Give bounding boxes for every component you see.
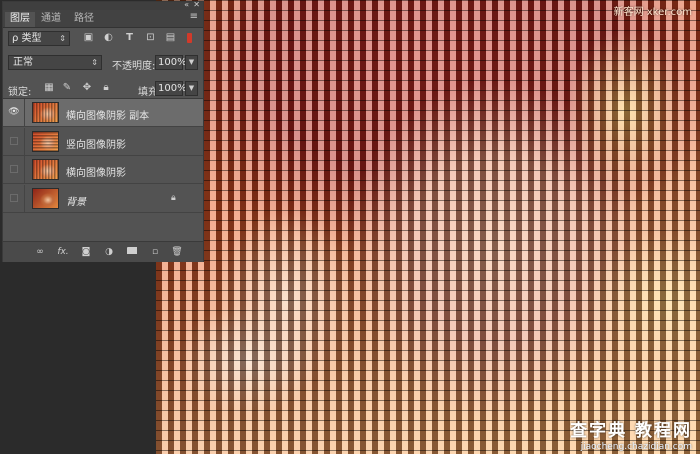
chevron-updown-icon: ⇕ xyxy=(91,58,98,67)
layer-name: 背景 xyxy=(66,197,86,208)
pixel-filter-icon[interactable]: ▣ xyxy=(83,32,94,43)
panel-footer: ∞ fx. ◙ ◑ ▫ 🗑︎ xyxy=(3,241,203,262)
divider xyxy=(24,185,25,212)
lock-label: 锁定: xyxy=(8,87,32,98)
layer-name: 横向图像阴影 副本 xyxy=(66,111,150,122)
visibility-toggle[interactable] xyxy=(10,165,18,173)
panel-title-bar[interactable]: « ✕ xyxy=(3,0,203,10)
layer-thumbnail xyxy=(32,188,59,209)
layer-row[interactable]: 横向图像阴影 xyxy=(3,156,203,184)
document-canvas[interactable]: 新客网 xker.com 查字典 教程网 jiaocheng.chazidian… xyxy=(156,0,700,454)
divider xyxy=(24,156,25,183)
trash-icon[interactable]: 🗑︎ xyxy=(171,246,183,258)
chevron-updown-icon: ⇕ xyxy=(59,34,66,43)
layer-thumbnail xyxy=(32,102,59,123)
layers-panel: « ✕ 图层 通道 路径 ≡ ρ 类型 ⇕ ▣ ◐ T ⊡ ▤ 正常 ⇕ 不透明… xyxy=(2,0,204,262)
tab-layers[interactable]: 图层 xyxy=(5,12,35,27)
blend-mode-value: 正常 xyxy=(13,57,33,68)
lock-row: 锁定: ▦ ✎ ✥ 🔒︎ 填充: 100% ▼ xyxy=(3,79,203,99)
fill-input[interactable]: 100% xyxy=(155,81,187,96)
panel-tab-bar: 图层 通道 路径 ≡ xyxy=(3,10,203,28)
lock-image-pixels-icon[interactable]: ✎ xyxy=(61,82,73,94)
blend-mode-select[interactable]: 正常 ⇕ xyxy=(8,55,102,70)
filter-toggle-switch[interactable] xyxy=(187,33,192,43)
opacity-label: 不透明度: xyxy=(112,61,156,72)
visibility-toggle[interactable] xyxy=(10,137,18,145)
lock-position-icon[interactable]: ✥ xyxy=(81,82,93,94)
layer-row[interactable]: 👁︎ 横向图像阴影 副本 xyxy=(3,99,203,127)
watermark-bottom-title: 查字典 教程网 xyxy=(570,421,692,441)
tab-channels[interactable]: 通道 xyxy=(36,12,66,27)
mask-icon[interactable]: ◙ xyxy=(80,246,92,258)
eye-icon[interactable]: 👁︎ xyxy=(8,107,20,118)
collapse-icon[interactable]: « xyxy=(184,0,189,9)
opacity-input[interactable]: 100% xyxy=(155,55,187,70)
watermark-top: 新客网 xker.com xyxy=(613,7,692,18)
link-layers-icon[interactable]: ∞ xyxy=(34,246,46,258)
row-lines xyxy=(156,0,700,454)
panel-menu-icon[interactable]: ≡ xyxy=(190,11,198,22)
watermark-bottom-url: jiaocheng.chazidian.com xyxy=(580,442,692,452)
filter-kind-select[interactable]: ρ 类型 ⇕ xyxy=(8,31,70,46)
layer-list: 👁︎ 横向图像阴影 副本 竖向图像阴影 横向图像阴影 背景 🔒︎ xyxy=(3,98,203,242)
lock-icon: 🔒︎ xyxy=(171,193,176,203)
visibility-toggle[interactable] xyxy=(10,194,18,202)
filter-kind-label: ρ 类型 xyxy=(12,33,42,44)
smart-object-filter-icon[interactable]: ▤ xyxy=(165,32,176,43)
adjustment-filter-icon[interactable]: ◐ xyxy=(103,32,114,43)
filter-row: ρ 类型 ⇕ ▣ ◐ T ⊡ ▤ xyxy=(3,29,203,49)
fx-icon[interactable]: fx. xyxy=(57,246,69,258)
adjustment-icon[interactable]: ◑ xyxy=(103,246,115,258)
divider xyxy=(24,128,25,155)
layer-name: 横向图像阴影 xyxy=(66,168,126,179)
divider xyxy=(24,99,25,126)
layer-name: 竖向图像阴影 xyxy=(66,140,126,151)
lock-all-icon[interactable]: 🔒︎ xyxy=(100,82,112,94)
close-icon[interactable]: ✕ xyxy=(193,0,200,9)
layer-row[interactable]: 背景 🔒︎ xyxy=(3,185,203,213)
tab-paths[interactable]: 路径 xyxy=(69,12,99,27)
lock-transparent-pixels-icon[interactable]: ▦ xyxy=(43,82,55,94)
type-filter-icon[interactable]: T xyxy=(124,32,135,43)
shape-filter-icon[interactable]: ⊡ xyxy=(145,32,156,43)
portrait-artwork xyxy=(156,0,700,454)
new-layer-icon[interactable]: ▫ xyxy=(149,246,161,258)
opacity-dropdown-button[interactable]: ▼ xyxy=(185,55,198,70)
fill-dropdown-button[interactable]: ▼ xyxy=(185,81,198,96)
layer-thumbnail xyxy=(32,159,59,180)
group-icon[interactable] xyxy=(126,246,138,258)
layer-row[interactable]: 竖向图像阴影 xyxy=(3,128,203,156)
layer-thumbnail xyxy=(32,131,59,152)
blend-row: 正常 ⇕ 不透明度: 100% ▼ xyxy=(3,53,203,73)
